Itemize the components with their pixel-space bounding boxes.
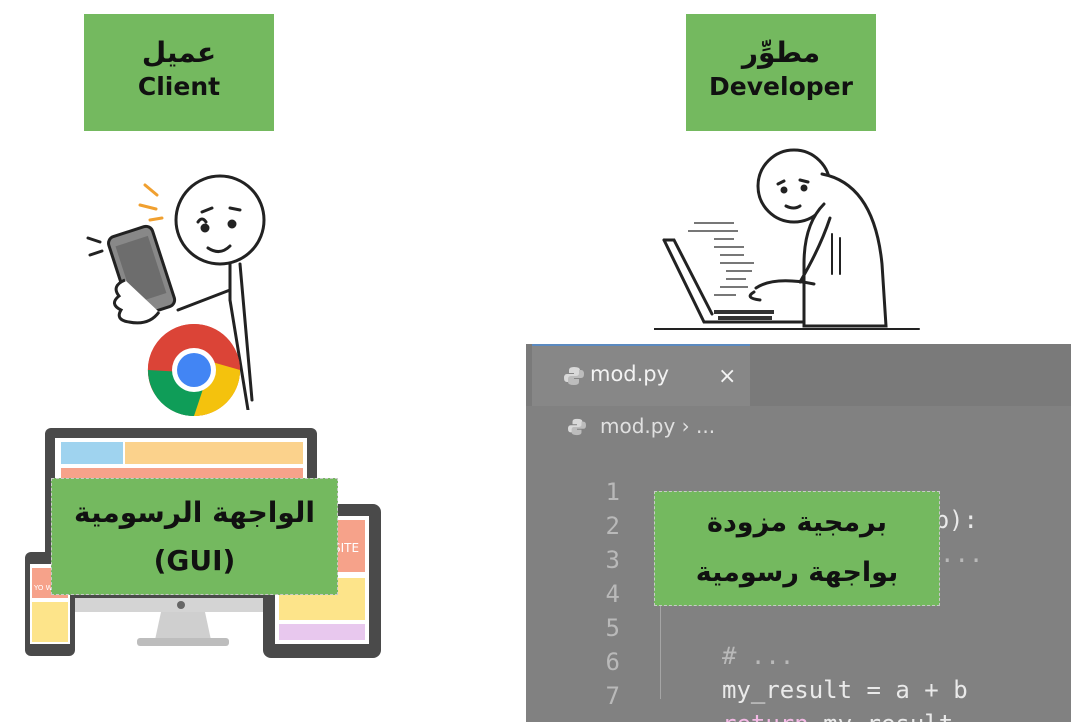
client-label-arabic: عميل xyxy=(141,36,217,69)
program-label-line2: بواجهة رسومية xyxy=(695,557,899,588)
gui-label-arabic: الواجهة الرسومية xyxy=(73,496,316,529)
developer-label-box: مطوِّر Developer xyxy=(686,14,876,131)
line-number: 6 xyxy=(605,648,620,676)
program-label-box: برمجية مزودة بواجهة رسومية xyxy=(654,491,940,606)
gui-label-box: الواجهة الرسومية (GUI) xyxy=(51,478,338,595)
code-line-7: 7 return my_result xyxy=(526,654,954,722)
close-tab-icon[interactable]: × xyxy=(718,364,736,389)
developer-person-illustration xyxy=(654,148,920,330)
client-label-box: عميل Client xyxy=(84,14,274,131)
line-number: 1 xyxy=(605,478,620,506)
code-line-3: 3 xyxy=(526,518,620,574)
code-line-6: 6 my_result = a + b xyxy=(526,620,968,704)
code-line-4: 4 xyxy=(526,552,620,608)
client-label-english: Client xyxy=(137,72,221,101)
gui-label-english: (GUI) xyxy=(153,544,236,577)
line-code[interactable]: # ... xyxy=(722,642,794,670)
editor-tab-bar: mod.py × xyxy=(526,344,1071,406)
developer-label-arabic: مطوِّر xyxy=(741,36,821,69)
developer-label-english: Developer xyxy=(709,72,853,101)
code-line-2: 2 ... xyxy=(526,484,984,568)
tab-mod-py[interactable]: mod.py × xyxy=(532,344,750,406)
line-code[interactable]: ... xyxy=(940,540,983,568)
line-number: 3 xyxy=(605,546,620,574)
breadcrumb[interactable]: mod.py › ... xyxy=(600,414,715,438)
line-number: 4 xyxy=(605,580,620,608)
line-code[interactable]: my_result = a + b xyxy=(722,676,968,704)
code-line-1: 1 def my_function(a, b): xyxy=(526,450,978,534)
chrome-logo-icon xyxy=(147,323,240,417)
python-file-icon xyxy=(564,367,584,385)
line-code[interactable]: return my_result xyxy=(722,710,953,722)
program-label-line1: برمجية مزودة xyxy=(707,507,887,538)
tab-label: mod.py xyxy=(590,362,670,386)
line-number: 5 xyxy=(605,614,620,642)
breadcrumb-python-icon xyxy=(568,418,586,436)
line-number: 7 xyxy=(605,682,620,710)
code-line-5: 5 # ... xyxy=(526,586,795,670)
line-number: 2 xyxy=(605,512,620,540)
